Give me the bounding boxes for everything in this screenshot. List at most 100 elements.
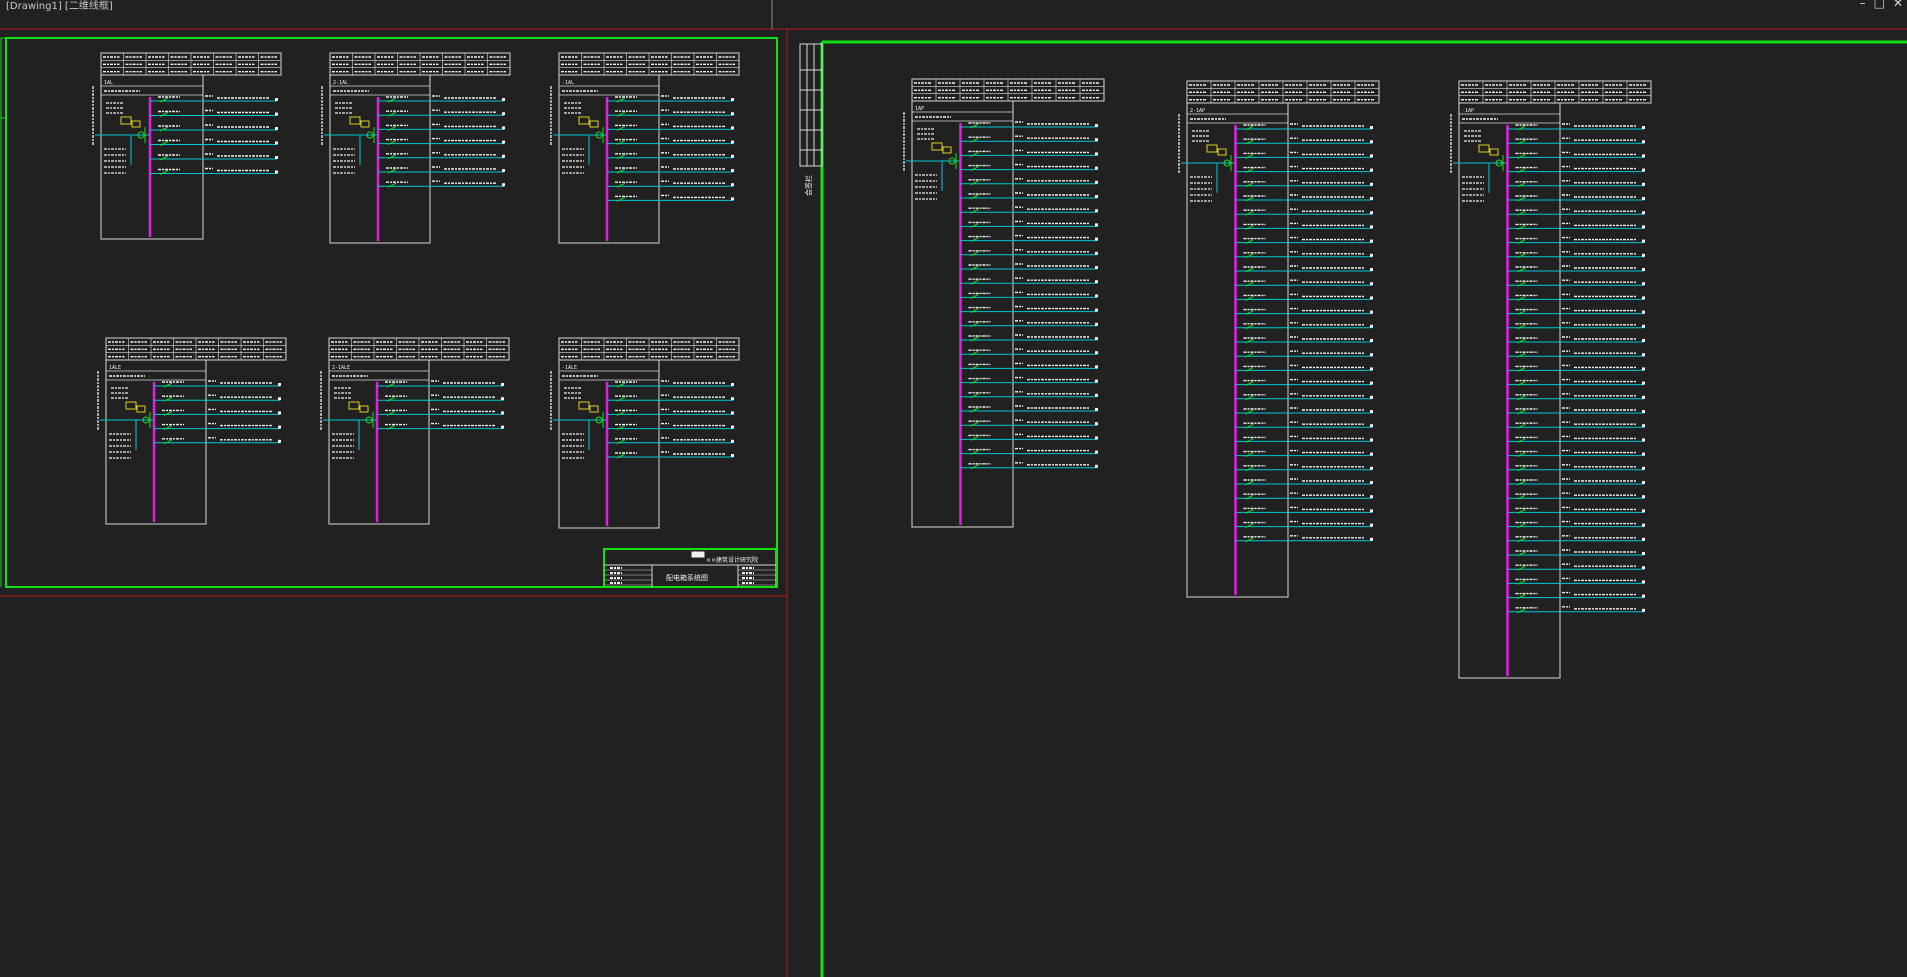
load-marker bbox=[1370, 481, 1373, 484]
load-marker bbox=[1370, 509, 1373, 513]
cad-drawing-canvas[interactable]: ××建筑设计研究院配电箱系统图 会签栏 1AL 2-1AL -1AL 1ALE 2-1AL… bbox=[0, 0, 1907, 977]
outgoing-circuit bbox=[1235, 236, 1373, 245]
panel-diagram: 1AL bbox=[92, 52, 282, 240]
outgoing-circuit bbox=[960, 376, 1098, 385]
load-marker bbox=[502, 154, 505, 158]
outgoing-circuit bbox=[1507, 520, 1645, 529]
outgoing-circuit bbox=[149, 167, 278, 175]
meter-icon bbox=[578, 401, 590, 410]
outgoing-circuit bbox=[1507, 464, 1645, 472]
outgoing-circuit bbox=[1235, 293, 1373, 301]
outgoing-circuit bbox=[1507, 137, 1645, 145]
outgoing-circuit bbox=[378, 180, 505, 188]
load-marker bbox=[1642, 310, 1645, 314]
outgoing-circuit bbox=[1507, 194, 1645, 202]
outgoing-circuit bbox=[1507, 577, 1645, 585]
minimize-icon[interactable]: – bbox=[1860, 0, 1866, 10]
outgoing-circuit bbox=[1235, 520, 1373, 529]
load-marker bbox=[501, 397, 504, 401]
outgoing-circuit bbox=[1507, 506, 1645, 514]
panel-diagram: -1ALE bbox=[550, 337, 740, 529]
outgoing-circuit bbox=[1507, 421, 1645, 429]
outgoing-circuit bbox=[960, 263, 1098, 271]
outgoing-circuit bbox=[154, 422, 281, 431]
outgoing-circuit bbox=[1507, 549, 1645, 557]
load-marker bbox=[1642, 197, 1645, 200]
outgoing-circuit bbox=[378, 166, 505, 174]
load-marker bbox=[1095, 450, 1098, 454]
signoff-table bbox=[799, 43, 823, 167]
load-marker bbox=[1095, 209, 1098, 213]
restore-icon[interactable]: □ bbox=[1874, 0, 1885, 10]
load-marker bbox=[1370, 154, 1373, 158]
load-marker bbox=[1642, 438, 1645, 442]
load-marker bbox=[502, 169, 505, 172]
load-marker bbox=[1370, 324, 1373, 328]
load-marker bbox=[1370, 296, 1373, 300]
load-marker bbox=[731, 397, 734, 401]
outgoing-circuit bbox=[960, 320, 1098, 328]
outgoing-circuit bbox=[1235, 180, 1373, 188]
meter-icon bbox=[349, 116, 361, 125]
load-marker bbox=[1642, 253, 1645, 257]
outgoing-circuit bbox=[1507, 378, 1645, 387]
meter-icon bbox=[1489, 148, 1499, 156]
load-marker bbox=[1642, 268, 1645, 271]
outgoing-circuit bbox=[1507, 449, 1645, 458]
meter-icon bbox=[931, 142, 943, 151]
outgoing-circuit bbox=[1507, 293, 1645, 301]
outgoing-circuit bbox=[1235, 506, 1373, 514]
meter-icon bbox=[348, 401, 360, 410]
load-marker bbox=[1095, 408, 1098, 411]
panel-name-label: -1AL bbox=[562, 80, 574, 86]
outgoing-circuit bbox=[1507, 407, 1645, 415]
load-marker bbox=[1370, 438, 1373, 442]
outgoing-circuit bbox=[607, 109, 734, 117]
outgoing-circuit bbox=[1507, 180, 1645, 188]
outgoing-circuit bbox=[960, 447, 1098, 456]
load-marker bbox=[1642, 367, 1645, 371]
outgoing-circuit bbox=[1507, 336, 1645, 344]
load-marker bbox=[1370, 424, 1373, 428]
outgoing-circuit bbox=[1235, 137, 1373, 145]
load-marker bbox=[1642, 225, 1645, 229]
meter-icon bbox=[1206, 144, 1218, 153]
outgoing-circuit bbox=[1235, 322, 1373, 330]
load-marker bbox=[1095, 152, 1098, 156]
outgoing-circuit bbox=[378, 123, 505, 131]
outgoing-circuit bbox=[149, 95, 278, 103]
outgoing-circuit bbox=[1507, 279, 1645, 287]
signoff-label: 会签栏 bbox=[804, 175, 813, 196]
outgoing-circuit bbox=[149, 138, 278, 146]
panel-diagram: -1AP bbox=[1450, 80, 1652, 679]
outgoing-circuit bbox=[607, 408, 734, 416]
outgoing-circuit bbox=[960, 462, 1098, 470]
panel-enclosure bbox=[911, 100, 1014, 528]
outgoing-circuit bbox=[1235, 378, 1373, 387]
panel-name-label: -1ALE bbox=[562, 365, 577, 371]
outgoing-circuit bbox=[1235, 208, 1373, 216]
outgoing-circuit bbox=[1235, 165, 1373, 174]
panel-diagram: 2-1AL bbox=[321, 52, 511, 244]
close-icon[interactable]: ✕ bbox=[1893, 0, 1903, 10]
outgoing-circuit bbox=[1507, 478, 1645, 486]
outgoing-circuit bbox=[1235, 407, 1373, 415]
load-marker bbox=[275, 170, 278, 174]
panel-diagram: 2-1ALE bbox=[320, 337, 510, 525]
load-marker bbox=[1370, 268, 1373, 271]
load-marker bbox=[1370, 253, 1373, 257]
outgoing-circuit bbox=[378, 137, 505, 146]
load-marker bbox=[731, 169, 734, 172]
load-marker bbox=[1370, 182, 1373, 186]
load-marker bbox=[1370, 452, 1373, 456]
outgoing-circuit bbox=[1235, 492, 1373, 500]
load-marker bbox=[1642, 140, 1645, 144]
outgoing-circuit bbox=[960, 135, 1098, 143]
panel-diagram: -1AL bbox=[550, 52, 740, 244]
outgoing-circuit bbox=[1507, 208, 1645, 216]
outgoing-circuit bbox=[154, 408, 281, 416]
outgoing-circuit bbox=[1507, 393, 1645, 401]
outgoing-circuit bbox=[960, 220, 1098, 228]
outgoing-circuit bbox=[1507, 435, 1645, 443]
outgoing-circuit bbox=[960, 391, 1098, 399]
